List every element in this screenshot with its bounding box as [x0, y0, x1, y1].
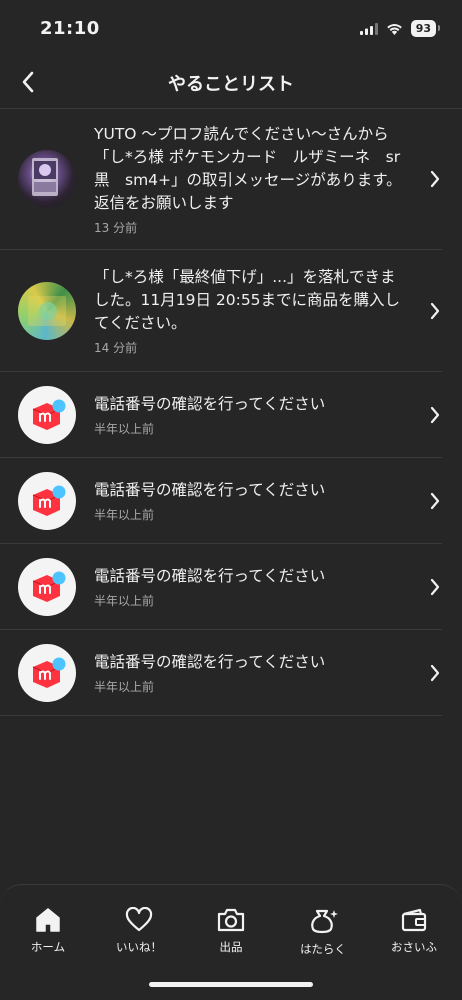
tab-likes[interactable]: いいね！ — [93, 907, 185, 955]
todo-item-phone-verify[interactable]: 電話番号の確認を行ってください 半年以上前 — [0, 544, 442, 630]
tab-label: はたらく — [300, 942, 346, 956]
wifi-icon — [386, 23, 402, 35]
tab-work[interactable]: はたらく — [277, 907, 369, 957]
page-title: やることリスト — [168, 74, 294, 95]
mercari-logo-avatar — [18, 385, 76, 444]
heart-icon — [125, 907, 153, 932]
todo-list: YUTO 〜プロフ読んでください〜さんから「し*ろ様 ポケモンカード ルザミーネ… — [0, 109, 462, 716]
item-message: 電話番号の確認を行ってください — [94, 652, 326, 671]
tab-home[interactable]: ホーム — [2, 907, 94, 955]
item-time: 半年以上前 — [94, 679, 155, 694]
trading-card-icon — [32, 158, 58, 196]
status-bar: 21:10 93 — [0, 0, 462, 58]
camera-icon — [217, 908, 245, 932]
mercari-logo-icon — [32, 571, 66, 602]
todo-item-trade-message[interactable]: YUTO 〜プロフ読んでください〜さんから「し*ろ様 ポケモンカード ルザミーネ… — [0, 109, 442, 250]
chevron-right-icon — [430, 302, 440, 319]
tab-label: ホーム — [30, 940, 66, 954]
home-icon — [36, 908, 60, 932]
chevron-right-icon — [430, 578, 440, 595]
wallet-icon — [401, 908, 427, 932]
mercari-logo-avatar — [18, 643, 76, 702]
mercari-logo-icon — [32, 399, 66, 430]
todo-item-phone-verify[interactable]: 電話番号の確認を行ってください 半年以上前 — [0, 372, 442, 458]
mercari-logo-icon — [32, 485, 66, 516]
status-icons: 93 — [359, 20, 441, 37]
item-message: 電話番号の確認を行ってください — [94, 566, 326, 585]
item-time: 半年以上前 — [94, 507, 155, 522]
item-time: 半年以上前 — [94, 593, 155, 608]
home-indicator — [149, 982, 313, 987]
signal-icon — [359, 22, 378, 35]
item-time: 半年以上前 — [94, 421, 155, 436]
mercari-logo-icon — [32, 657, 66, 688]
status-time: 21:10 — [40, 18, 100, 39]
item-message: 電話番号の確認を行ってください — [94, 394, 326, 413]
todo-item-phone-verify[interactable]: 電話番号の確認を行ってください 半年以上前 — [0, 458, 442, 544]
chevron-right-icon — [430, 664, 440, 681]
chevron-right-icon — [430, 406, 440, 423]
chevron-right-icon — [430, 492, 440, 509]
item-message: YUTO 〜プロフ読んでください〜さんから「し*ろ様 ポケモンカード ルザミーネ… — [94, 124, 402, 212]
item-message: 電話番号の確認を行ってください — [94, 480, 326, 499]
tab-wallet[interactable]: おさいふ — [368, 907, 460, 955]
todo-item-phone-verify[interactable]: 電話番号の確認を行ってください 半年以上前 — [0, 630, 442, 716]
chevron-right-icon — [430, 170, 440, 188]
item-time: 14 分前 — [94, 340, 138, 355]
battery-indicator: 93 — [410, 20, 441, 37]
mercari-logo-avatar — [18, 557, 76, 616]
holo-card-icon — [28, 295, 66, 326]
mercari-logo-avatar — [18, 471, 76, 530]
tab-sell[interactable]: 出品 — [185, 907, 277, 955]
nav-bar: やることリスト — [0, 58, 462, 109]
item-message: 「し*ろ様「最終値下げ」...」を落札できました。11月19日 20:55までに… — [94, 267, 401, 332]
todo-item-purchase[interactable]: 「し*ろ様「最終値下げ」...」を落札できました。11月19日 20:55までに… — [0, 250, 442, 372]
tab-label: おさいふ — [391, 940, 437, 954]
tab-label: いいね！ — [116, 940, 162, 954]
item-thumbnail — [18, 150, 76, 208]
tab-label: 出品 — [219, 940, 243, 954]
item-thumbnail — [18, 281, 76, 340]
item-time: 13 分前 — [94, 220, 138, 235]
money-bag-icon — [311, 909, 338, 934]
